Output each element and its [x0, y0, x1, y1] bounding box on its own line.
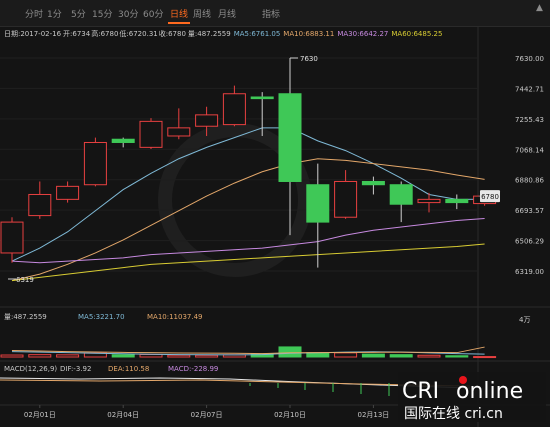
- kline-chart: 日期:2017-02-16 开:6734 高:6780 低:6720.31 收:6780…: [0, 26, 550, 427]
- header-info-2: 高:6780: [91, 29, 118, 38]
- price-tick-2: 7255.43: [515, 116, 544, 124]
- price-tick-3: 7068.14: [515, 146, 544, 154]
- volume-bar: [28, 354, 52, 358]
- price-tick-0: 7630.00: [515, 55, 544, 63]
- macd-dea-info: DEA:110.58: [108, 365, 149, 373]
- volume-bar: [473, 356, 497, 359]
- volume-ma10-info: MA10:11037.49: [147, 313, 203, 321]
- candle: [222, 93, 246, 126]
- volume-bar: [361, 353, 385, 358]
- macd-title: MACD(12,26,9): [4, 365, 57, 373]
- time-tick-1: 02月04日: [107, 411, 139, 419]
- candle: [445, 198, 469, 204]
- candle: [334, 180, 358, 218]
- header-info-5: 量:487.2559: [188, 30, 231, 38]
- volume-bar: [56, 354, 80, 358]
- candle: [417, 198, 441, 204]
- candle: [111, 138, 135, 143]
- macd-value-info: MACD:-228.99: [168, 365, 218, 373]
- time-tick-2: 02月07日: [191, 411, 223, 419]
- time-tick-4: 02月13日: [357, 411, 389, 419]
- price-tick-1: 7442.71: [515, 85, 544, 93]
- volume-bar: [111, 354, 135, 358]
- price-tick-6: 6506.29: [515, 238, 544, 246]
- time-tick-0: 02月01日: [24, 411, 56, 419]
- candle: [195, 114, 219, 127]
- header-info-4: 收:6780: [159, 29, 186, 38]
- volume-bar: [389, 354, 413, 358]
- low-label: 6319: [16, 276, 34, 284]
- header-info-7: MA10:6883.11: [283, 30, 334, 38]
- macd-dif-info: DIF:-3.92: [60, 365, 91, 373]
- watermark-cri: CRI: [402, 379, 439, 404]
- price-tick-5: 6693.57: [515, 207, 544, 215]
- watermark-sub: 国际在线 cri.cn: [404, 406, 503, 422]
- candle: [250, 96, 274, 100]
- candle: [389, 184, 413, 205]
- ma5-line: [11, 127, 485, 262]
- header-info-0: 日期:2017-02-16: [4, 30, 62, 38]
- price-tick-4: 6880.86: [515, 177, 544, 185]
- candle: [278, 93, 302, 182]
- candle: [28, 193, 52, 217]
- candle: [167, 127, 191, 137]
- header-info-6: MA5:6761.05: [234, 30, 281, 38]
- volume-bar: [334, 352, 358, 358]
- volume-ma5-info: MA5:3221.70: [78, 313, 125, 321]
- candle: [0, 221, 24, 254]
- current-price-label: 6780: [481, 193, 499, 201]
- candle: [56, 185, 80, 200]
- time-tick-3: 02月10日: [274, 411, 306, 419]
- watermark-online: online: [456, 379, 523, 404]
- candle: [361, 180, 385, 186]
- volume-bar: [445, 355, 469, 358]
- candle: [83, 141, 107, 186]
- volume-bar: [195, 354, 219, 358]
- header-info-3: 低:6720.31: [119, 29, 157, 38]
- volume-info: 量:487.2559: [4, 313, 47, 321]
- volume-bar: [417, 354, 441, 358]
- price-tick-7: 6319.00: [515, 268, 544, 276]
- header-info-1: 开:6734: [63, 30, 91, 38]
- header-info-8: MA30:6642.27: [337, 30, 388, 38]
- candle: [306, 184, 330, 223]
- volume-bar: [167, 354, 191, 358]
- high-label: 7630: [300, 55, 318, 63]
- volume-bar: [278, 346, 302, 358]
- header-info-9: MA60:6485.25: [391, 30, 442, 38]
- volume-tick: 4万: [519, 316, 530, 324]
- candle: [139, 120, 163, 148]
- volume-bar: [0, 354, 24, 358]
